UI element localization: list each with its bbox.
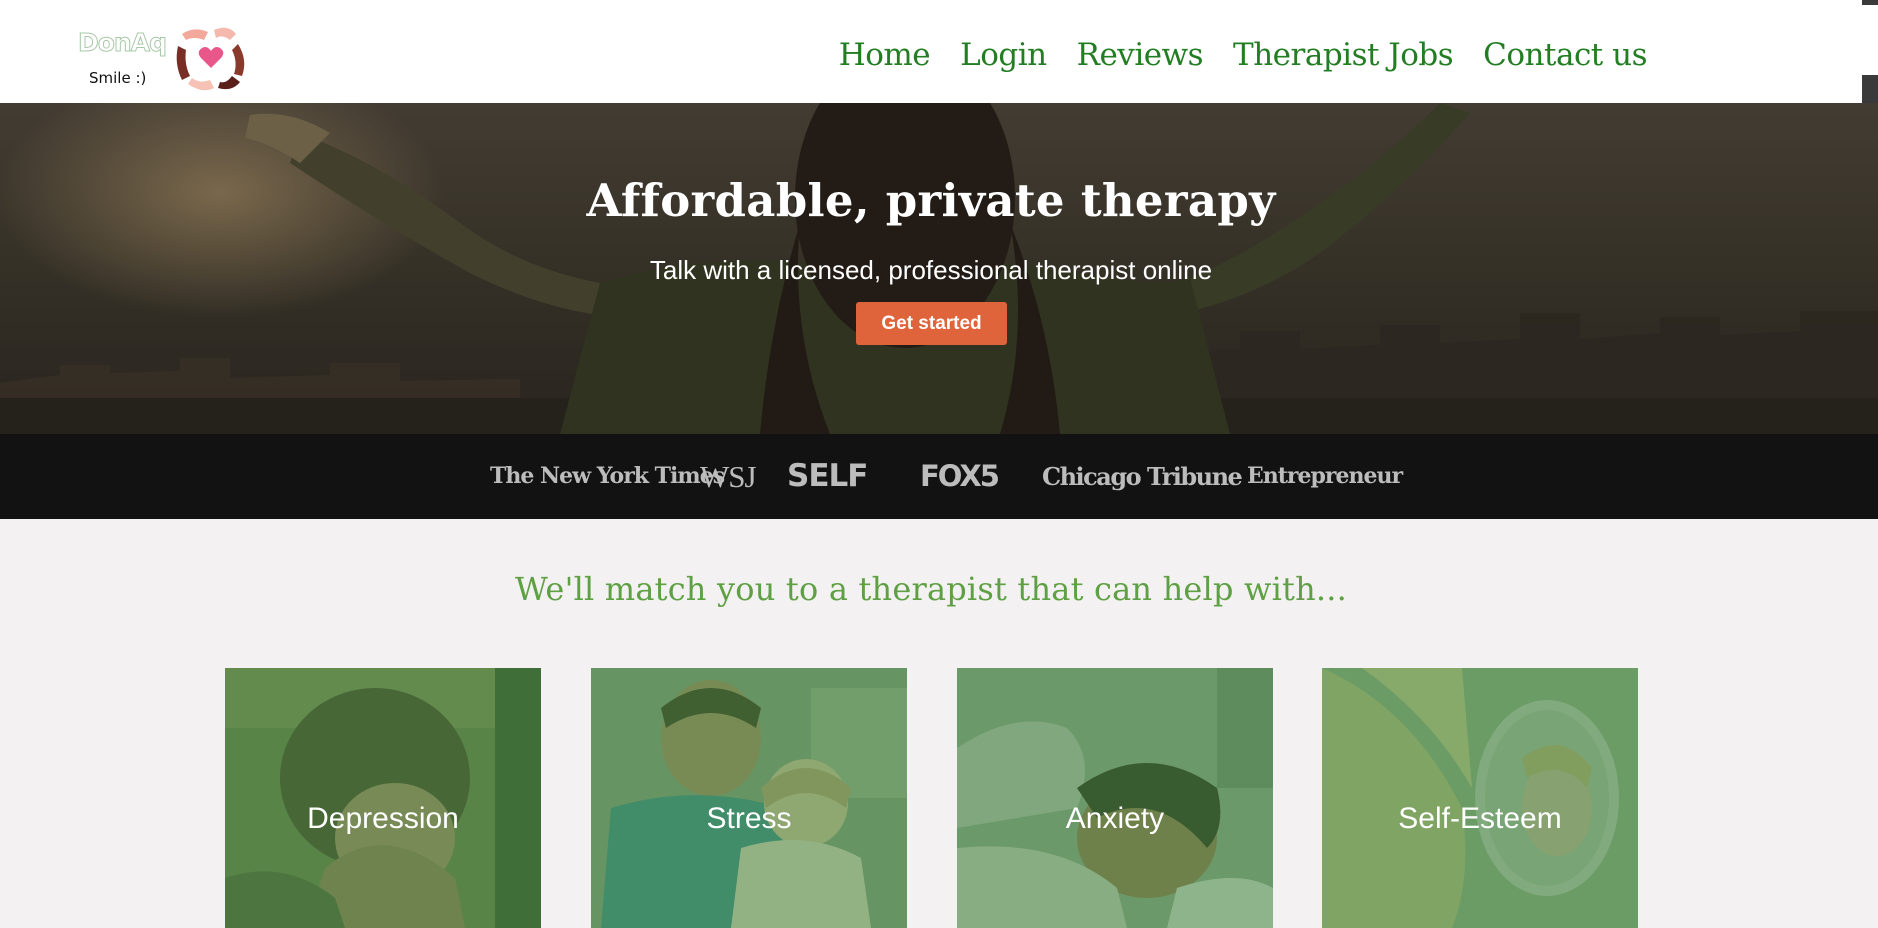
press-logo-self: SELF: [787, 458, 868, 494]
topic-card-self-esteem[interactable]: Self-Esteem: [1322, 668, 1638, 928]
topic-card-anxiety[interactable]: Anxiety: [957, 668, 1273, 928]
nav-reviews-link[interactable]: Reviews: [1077, 40, 1204, 71]
card-tint-overlay: [225, 668, 541, 928]
main-nav: Home Login Reviews Therapist Jobs Contac…: [839, 40, 1648, 71]
site-logo[interactable]: DonAq Smile :): [78, 20, 248, 100]
card-tint-overlay: [957, 668, 1273, 928]
hero-title: Affordable, private therapy: [586, 174, 1276, 227]
hands-heart-logo-icon: [176, 27, 245, 91]
press-logo-entrepreneur: Entrepreneur: [1247, 463, 1403, 489]
get-started-button[interactable]: Get started: [856, 302, 1007, 345]
nav-home-link[interactable]: Home: [839, 40, 931, 71]
hero-subtitle: Talk with a licensed, professional thera…: [649, 255, 1213, 285]
match-heading: We'll match you to a therapist that can …: [514, 570, 1348, 608]
press-logo-chicago-tribune: Chicago Tribune: [1042, 462, 1243, 491]
press-logos-bar: The New York Times WSJ SELF FOX5 Chicago…: [0, 434, 1878, 519]
press-logo-nyt: The New York Times: [490, 463, 725, 489]
nav-therapist-jobs-link[interactable]: Therapist Jobs: [1233, 40, 1454, 71]
topic-card-label: Anxiety: [1065, 802, 1165, 835]
topic-card-depression[interactable]: Depression: [225, 668, 541, 928]
press-logo-wsj: WSJ: [700, 459, 757, 494]
site-header: DonAq Smile :) Home Login Reviews Therap…: [0, 0, 1862, 103]
hero-banner: Affordable, private therapy Talk with a …: [0, 103, 1878, 434]
scrollbar[interactable]: [1862, 0, 1878, 103]
topic-card-stress[interactable]: Stress: [591, 668, 907, 928]
topic-card-label: Depression: [307, 802, 459, 835]
topic-cards: Depression Stress Anxiety Self-Esteem: [0, 668, 1878, 928]
topic-card-label: Self-Esteem: [1398, 802, 1562, 835]
topic-card-label: Stress: [706, 802, 792, 835]
logo-tagline: Smile :): [89, 69, 147, 87]
card-tint-overlay: [591, 668, 907, 928]
press-logo-fox5: FOX5: [920, 459, 1000, 493]
logo-text: DonAq: [78, 28, 168, 58]
nav-contact-link[interactable]: Contact us: [1483, 40, 1647, 71]
nav-login-link[interactable]: Login: [960, 40, 1047, 71]
card-tint-overlay: [1322, 668, 1638, 928]
